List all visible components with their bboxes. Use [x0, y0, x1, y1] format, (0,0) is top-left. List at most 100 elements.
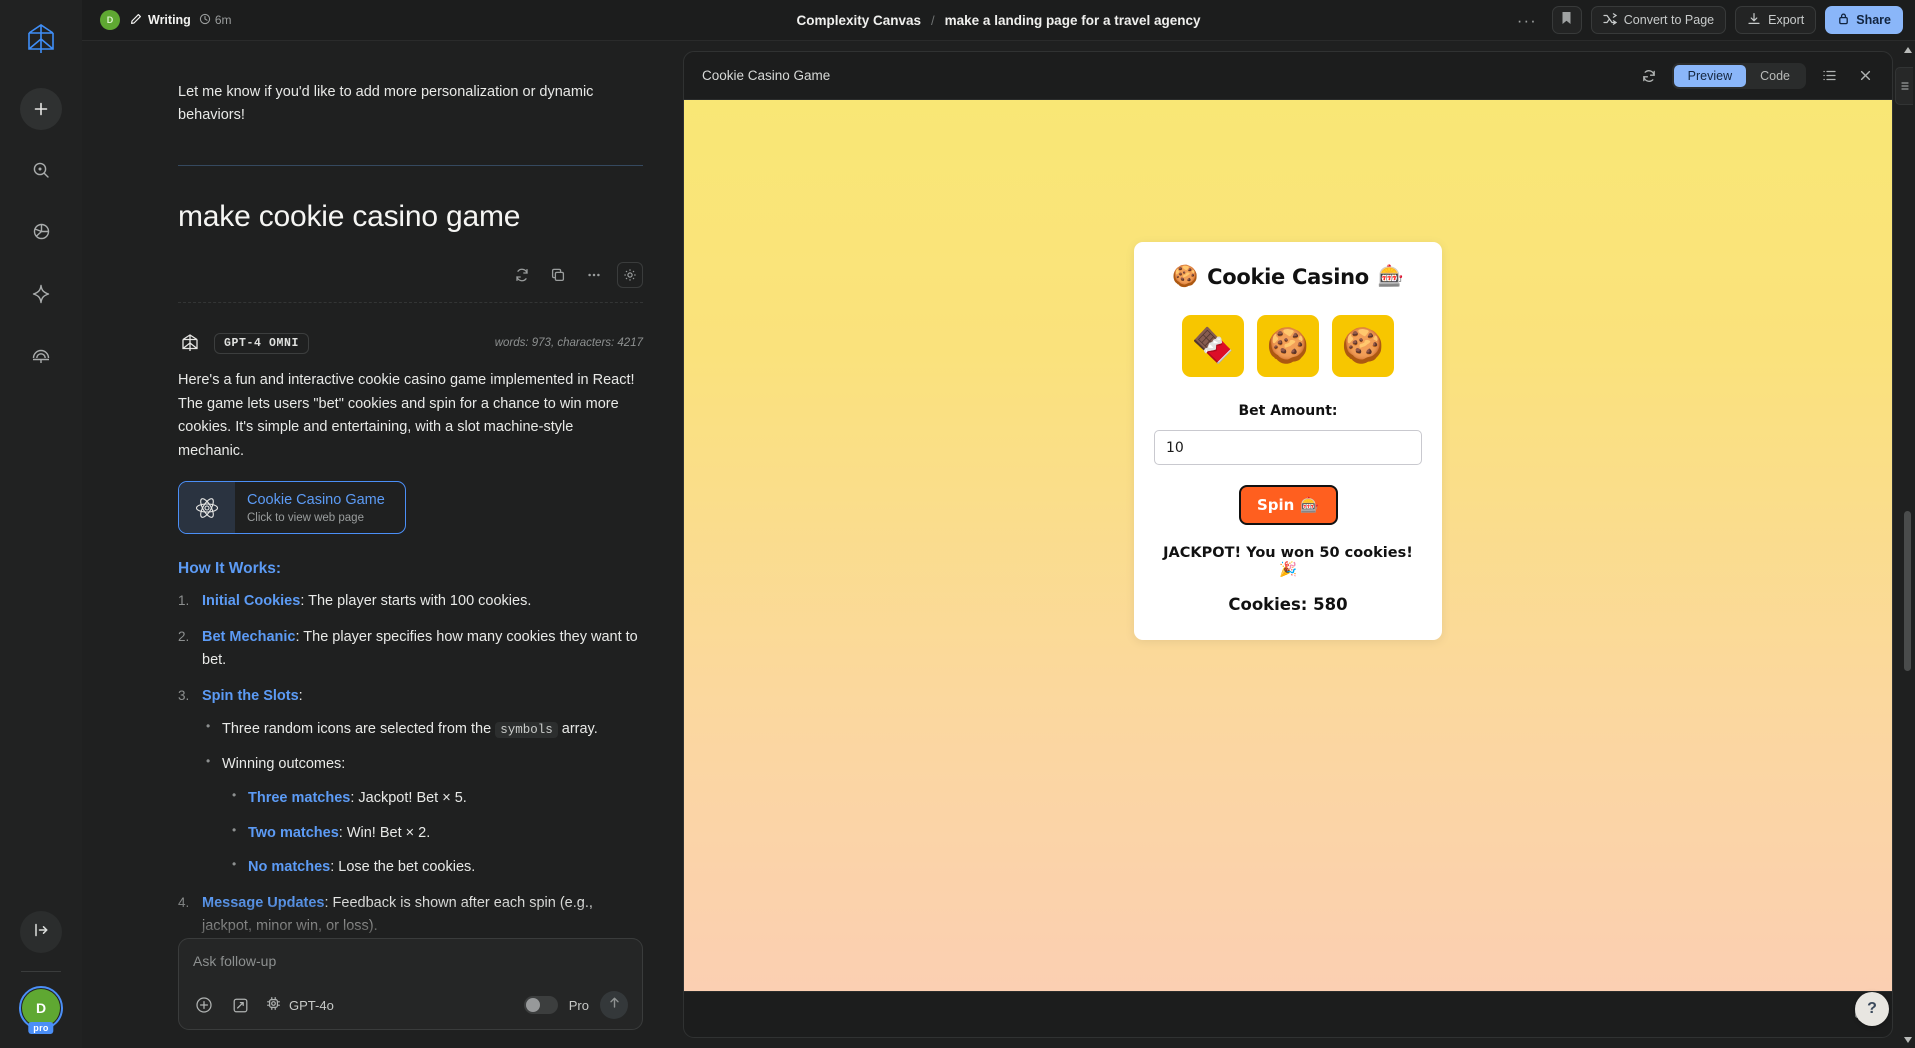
- page-scrollbar[interactable]: [1903, 41, 1912, 1048]
- breadcrumb-space[interactable]: Complexity Canvas: [796, 13, 921, 28]
- scroll-down-arrow-icon[interactable]: [1903, 1034, 1912, 1045]
- breadcrumb-thread[interactable]: make a landing page for a travel agency: [945, 13, 1201, 28]
- web-page-card-text: Cookie Casino Game Click to view web pag…: [235, 482, 397, 533]
- bookmark-button[interactable]: [1551, 6, 1582, 34]
- more-options-button[interactable]: ···: [1511, 12, 1543, 29]
- sidebar-item-spaces[interactable]: [21, 276, 61, 316]
- right-edge-strip: [1893, 41, 1915, 1048]
- sidebar-item-discover[interactable]: [21, 214, 61, 254]
- refresh-icon[interactable]: [1636, 63, 1662, 89]
- shuffle-icon: [1603, 12, 1617, 29]
- winning-outcomes-label: Winning outcomes:: [222, 755, 346, 772]
- preview-panel: Cookie Casino Game Preview Code 🍪 Cookie…: [683, 51, 1893, 1038]
- page-title: make cookie casino game: [178, 200, 521, 234]
- composer-toolbar: GPT-4o Pro: [193, 991, 628, 1019]
- pro-toggle[interactable]: [523, 996, 558, 1014]
- new-thread-button[interactable]: [20, 88, 62, 130]
- model-badge[interactable]: GPT-4 OMNI: [214, 332, 310, 354]
- answer-inner: Let me know if you'd like to add more pe…: [82, 41, 679, 1048]
- rewrite-icon[interactable]: [509, 262, 535, 288]
- step-rest: :: [298, 687, 303, 704]
- sidebar-item-library[interactable]: [21, 338, 61, 378]
- model-row: GPT-4 OMNI words: 973, characters: 4217: [178, 331, 643, 355]
- scroll-up-arrow-icon[interactable]: [1903, 44, 1912, 55]
- edit-square-icon[interactable]: [229, 994, 251, 1016]
- expand-sidebar-icon: [32, 921, 50, 944]
- pro-badge: pro: [28, 1022, 54, 1034]
- cookie-emoji-icon: 🍪: [1172, 264, 1199, 288]
- convert-to-page-label: Convert to Page: [1623, 13, 1715, 27]
- send-button[interactable]: [600, 991, 628, 1019]
- bookmark-icon: [1560, 11, 1573, 30]
- slot-reel-2: 🍪: [1257, 315, 1319, 377]
- settings-icon[interactable]: [617, 262, 643, 289]
- word-count: words: 973, characters: 4217: [494, 337, 643, 350]
- spin-button[interactable]: Spin 🎰: [1238, 485, 1338, 525]
- sidebar-item-search[interactable]: [21, 152, 61, 192]
- cpu-chip-icon: [265, 995, 282, 1015]
- list-item: Spin the Slots: Three random icons are s…: [178, 685, 643, 880]
- list-icon[interactable]: [1816, 63, 1842, 89]
- close-icon[interactable]: [1852, 63, 1878, 89]
- spin-sub-list: Three random icons are selected from the…: [202, 717, 643, 879]
- clock-icon: [199, 13, 211, 28]
- export-label: Export: [1768, 13, 1805, 27]
- more-icon[interactable]: [581, 262, 607, 288]
- react-icon: [179, 482, 235, 534]
- answer-intro: Here's a fun and interactive cookie casi…: [178, 372, 635, 459]
- topbar-right: ··· Convert to Page Export Share: [1511, 6, 1903, 34]
- perplexity-mark-icon: [178, 331, 202, 355]
- outcome-key: Three matches: [248, 790, 351, 807]
- list-item: Three matches: Jackpot! Bet × 5.: [232, 786, 643, 810]
- copy-icon[interactable]: [545, 262, 571, 288]
- export-button[interactable]: Export: [1735, 6, 1817, 34]
- scrollbar-thumb[interactable]: [1904, 511, 1911, 671]
- plus-circle-icon[interactable]: [193, 994, 215, 1016]
- bet-amount-input[interactable]: [1154, 430, 1422, 465]
- section-divider: [178, 165, 643, 167]
- thread-status-label: Writing: [148, 13, 191, 27]
- slot-reels: 🍫 🍪 🍪: [1154, 315, 1422, 377]
- elapsed-label: 6m: [214, 13, 232, 27]
- bet-amount-label: Bet Amount:: [1238, 403, 1338, 419]
- preview-column: Cookie Casino Game Preview Code 🍪 Cookie…: [679, 41, 1915, 1048]
- step-key: Initial Cookies: [202, 593, 301, 610]
- thread-elapsed: 6m: [199, 13, 232, 28]
- convert-to-page-button[interactable]: Convert to Page: [1590, 6, 1727, 34]
- tab-code[interactable]: Code: [1746, 65, 1804, 87]
- rail-divider: [21, 971, 61, 972]
- account-avatar[interactable]: D pro: [19, 986, 63, 1034]
- web-page-card-subtitle: Click to view web page: [247, 512, 364, 525]
- answer-scroll[interactable]: Let me know if you'd like to add more pe…: [82, 41, 679, 1048]
- globe-discover-icon: [31, 221, 52, 247]
- perplexity-logo-icon[interactable]: [18, 16, 64, 62]
- previous-answer-tail: Let me know if you'd like to add more pe…: [178, 84, 594, 124]
- step-key: Spin the Slots: [202, 687, 299, 704]
- follow-up-composer[interactable]: Ask follow-up GPT-4o Pro: [178, 938, 643, 1030]
- list-item: Initial Cookies: The player starts with …: [178, 590, 643, 613]
- slot-machine-emoji-icon: 🎰: [1300, 496, 1320, 514]
- search-input[interactable]: Ask follow-up: [193, 953, 628, 969]
- tab-preview[interactable]: Preview: [1673, 64, 1747, 87]
- share-button[interactable]: Share: [1825, 6, 1903, 34]
- download-icon: [1747, 12, 1761, 29]
- search-icon: [31, 160, 51, 185]
- step-rest: : The player starts with 100 cookies.: [300, 593, 532, 610]
- slot-reel-3: 🍪: [1332, 315, 1394, 377]
- web-page-card[interactable]: Cookie Casino Game Click to view web pag…: [178, 481, 406, 535]
- arrow-up-icon: [607, 995, 622, 1015]
- help-button[interactable]: ?: [1855, 992, 1889, 1026]
- sub-bullet-pre: Three random icons are selected from the: [222, 721, 496, 738]
- model-selector[interactable]: GPT-4o: [265, 995, 334, 1015]
- spin-button-label: Spin: [1256, 496, 1295, 514]
- cookie-casino-card: 🍪 Cookie Casino 🎰 🍫 🍪 🍪 Bet Amount: 10 S…: [1134, 242, 1442, 640]
- cookie-balance: Cookies: 580: [1228, 595, 1348, 614]
- answer-divider: [178, 302, 643, 304]
- left-rail: D pro: [0, 0, 82, 1048]
- slot-reel-1: 🍫: [1182, 315, 1244, 377]
- pro-toggle-label: Pro: [568, 997, 589, 1013]
- web-page-card-title: Cookie Casino Game: [247, 492, 385, 509]
- preview-title: Cookie Casino Game: [702, 68, 831, 83]
- composer-right: Pro: [523, 991, 628, 1019]
- expand-sidebar-button[interactable]: [20, 911, 62, 953]
